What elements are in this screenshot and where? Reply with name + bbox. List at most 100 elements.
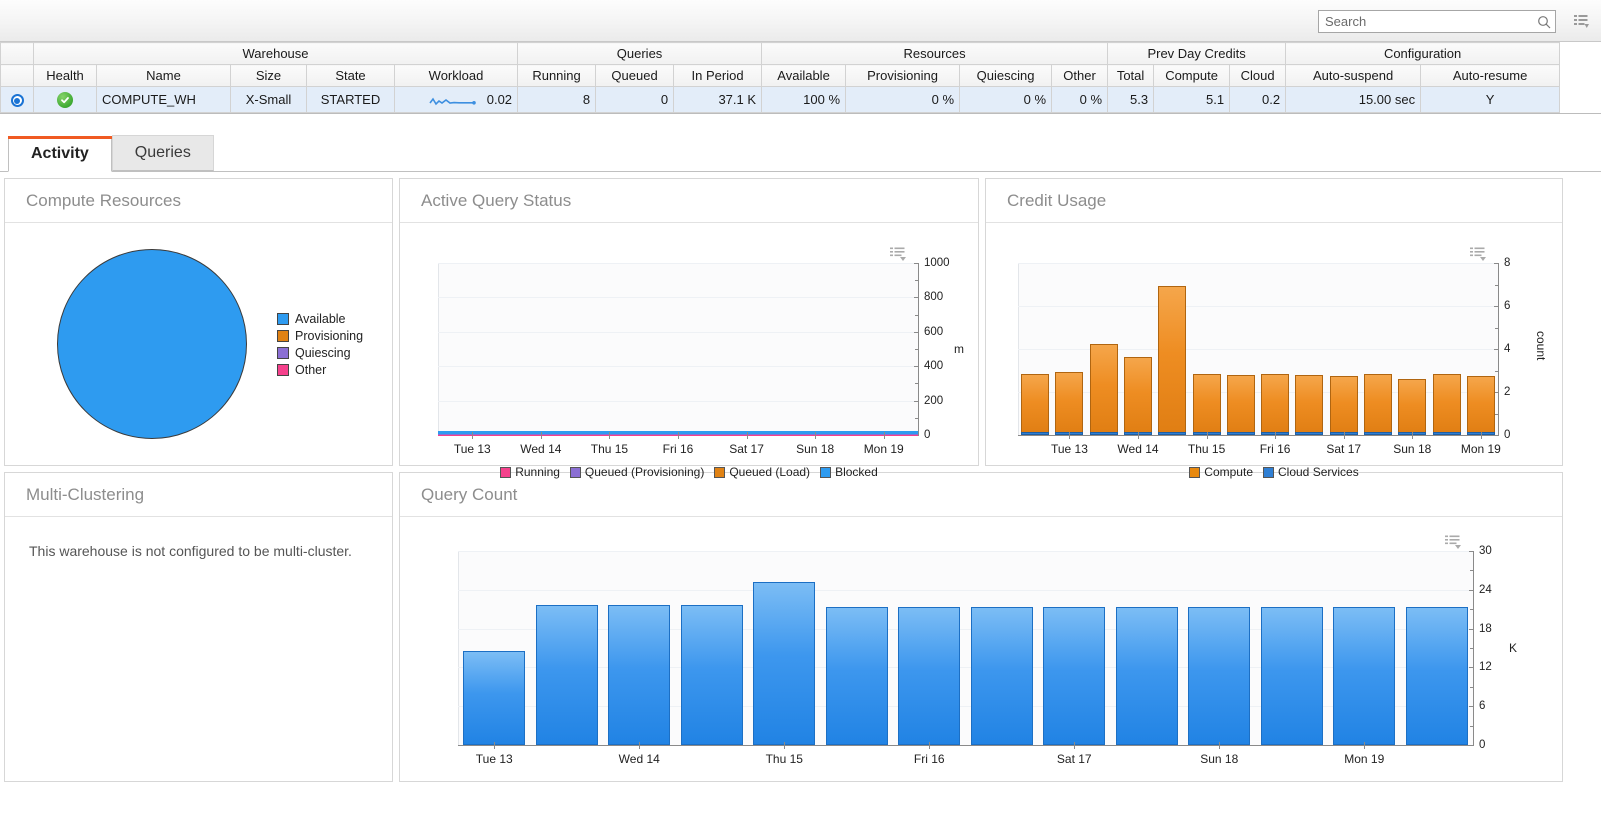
legend-item-quiescing[interactable]: Quiescing	[277, 346, 363, 360]
legend-item-provisioning[interactable]: Provisioning	[277, 329, 363, 343]
column-header-available[interactable]: Available	[762, 65, 846, 87]
column-header-workload[interactable]: Workload	[395, 65, 518, 87]
bar-compute[interactable]	[1124, 357, 1152, 435]
legend-item[interactable]: Cloud Services	[1263, 465, 1359, 479]
panel-body-multi-clustering: This warehouse is not configured to be m…	[5, 517, 392, 559]
bar-compute[interactable]	[1467, 376, 1495, 435]
query-count-chart[interactable]: 0612182430K Tue 13Wed 14Thu 15Fri 16Sat …	[400, 517, 1562, 781]
column-header-quiescing[interactable]: Quiescing	[960, 65, 1052, 87]
cell-quiescing: 0 %	[960, 87, 1052, 113]
bar-query-count[interactable]	[1333, 607, 1395, 745]
column-picker-icon[interactable]	[1571, 11, 1591, 31]
y-tick-minor	[1470, 570, 1473, 571]
active-query-status-chart[interactable]: 02004006008001000m Tue 13Wed 14Thu 15Fri…	[400, 223, 978, 465]
compute-resources-pie-chart[interactable]	[57, 249, 247, 439]
magnifier-icon[interactable]	[1533, 15, 1555, 29]
bar-query-count[interactable]	[898, 607, 960, 745]
cell-provisioning: 0 %	[846, 87, 960, 113]
bar-query-count[interactable]	[608, 605, 670, 745]
bar-compute[interactable]	[1433, 374, 1461, 435]
bar-query-count[interactable]	[826, 607, 888, 745]
cell-auto-suspend: 15.00 sec	[1286, 87, 1421, 113]
bar-compute[interactable]	[1364, 374, 1392, 435]
multi-clustering-message: This warehouse is not configured to be m…	[5, 517, 392, 559]
bar-cloud-services[interactable]	[1090, 432, 1118, 435]
legend-item[interactable]: Queued (Provisioning)	[570, 465, 704, 479]
row-select-radio[interactable]	[1, 87, 34, 113]
column-header-cloud[interactable]: Cloud	[1230, 65, 1286, 87]
bar-query-count[interactable]	[536, 605, 598, 745]
panel-row-top: Compute Resources Available Provisioning	[4, 178, 1597, 466]
bar-query-count[interactable]	[1043, 607, 1105, 745]
group-header-configuration: Configuration	[1286, 43, 1560, 65]
bar-compute[interactable]	[1193, 374, 1221, 435]
legend-item[interactable]: Compute	[1189, 465, 1253, 479]
y-axis	[1473, 551, 1474, 745]
bar-compute[interactable]	[1021, 374, 1049, 435]
gridline	[458, 551, 1473, 552]
bar-compute[interactable]	[1158, 286, 1186, 435]
chart-menu-icon[interactable]	[1470, 247, 1486, 261]
bar-query-count[interactable]	[463, 651, 525, 745]
legend-item[interactable]: Blocked	[820, 465, 878, 479]
bar-cloud-services[interactable]	[1295, 432, 1323, 435]
legend-item[interactable]: Queued (Load)	[714, 465, 810, 479]
bar-query-count[interactable]	[681, 605, 743, 745]
bar-query-count[interactable]	[1261, 607, 1323, 745]
bar-cloud-services[interactable]	[1227, 432, 1255, 435]
bar-cloud-services[interactable]	[1021, 432, 1049, 435]
bar-cloud-services[interactable]	[1158, 432, 1186, 435]
legend-item-other[interactable]: Other	[277, 363, 363, 377]
column-header-total[interactable]: Total	[1108, 65, 1154, 87]
table-row[interactable]: COMPUTE_WH X-Small STARTED 0.02 8 0 37.1…	[1, 87, 1560, 113]
x-tick-label: Mon 19	[864, 442, 904, 456]
bar-query-count[interactable]	[1188, 607, 1250, 745]
column-header-auto-resume[interactable]: Auto-resume	[1421, 65, 1560, 87]
x-tick	[1138, 432, 1139, 439]
bar-compute[interactable]	[1227, 375, 1255, 435]
column-header-auto-suspend[interactable]: Auto-suspend	[1286, 65, 1421, 87]
bar-compute[interactable]	[1261, 374, 1289, 435]
column-header-provisioning[interactable]: Provisioning	[846, 65, 960, 87]
column-header-size[interactable]: Size	[231, 65, 307, 87]
y-tick-minor	[915, 349, 918, 350]
credit-usage-chart[interactable]: 02468count Tue 13Wed 14Thu 15Fri 16Sat 1…	[986, 223, 1562, 465]
bar-compute[interactable]	[1055, 372, 1083, 435]
gridline	[438, 263, 918, 264]
legend-item[interactable]: Running	[500, 465, 560, 479]
bar-cloud-services[interactable]	[1433, 432, 1461, 435]
chart-menu-icon[interactable]	[1445, 535, 1461, 549]
legend-item-available[interactable]: Available	[277, 312, 363, 326]
x-tick	[678, 432, 679, 439]
column-header-health[interactable]: Health	[34, 65, 97, 87]
bar-query-count[interactable]	[971, 607, 1033, 745]
bar-compute[interactable]	[1295, 375, 1323, 435]
column-header-other[interactable]: Other	[1052, 65, 1108, 87]
bar-cloud-services[interactable]	[1364, 432, 1392, 435]
bar-compute[interactable]	[1398, 379, 1426, 435]
bar-query-count[interactable]	[1406, 607, 1468, 745]
column-header-in-period[interactable]: In Period	[674, 65, 762, 87]
plot-area	[438, 263, 918, 435]
bar-compute[interactable]	[1090, 344, 1118, 435]
tab-activity[interactable]: Activity	[8, 136, 112, 172]
search-box[interactable]	[1318, 10, 1556, 33]
bar-query-count[interactable]	[753, 582, 815, 745]
column-header-name[interactable]: Name	[97, 65, 231, 87]
column-header-queued[interactable]: Queued	[596, 65, 674, 87]
column-header-select[interactable]	[1, 65, 34, 87]
y-tick-minor	[1470, 609, 1473, 610]
legend-swatch	[714, 467, 725, 478]
column-header-running[interactable]: Running	[518, 65, 596, 87]
chart-menu-icon[interactable]	[890, 247, 906, 261]
search-input[interactable]	[1319, 11, 1533, 32]
x-tick-label: Thu 15	[1188, 442, 1225, 456]
radio-selected-icon[interactable]	[11, 94, 24, 107]
bar-query-count[interactable]	[1116, 607, 1178, 745]
x-tick	[1074, 742, 1075, 749]
bar-compute[interactable]	[1330, 376, 1358, 435]
cell-credits-cloud: 0.2	[1230, 87, 1286, 113]
tab-queries[interactable]: Queries	[112, 135, 214, 171]
column-header-compute[interactable]: Compute	[1154, 65, 1230, 87]
column-header-state[interactable]: State	[307, 65, 395, 87]
